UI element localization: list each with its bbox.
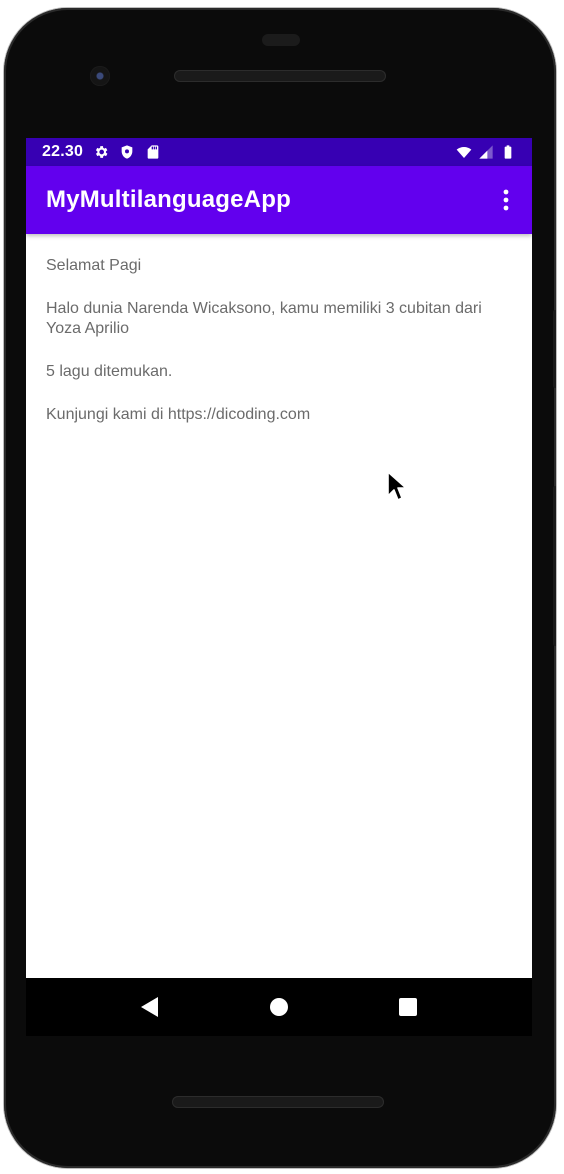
recents-icon: [398, 998, 417, 1016]
status-bar: 22.30: [26, 138, 532, 166]
shield-icon: [119, 144, 135, 160]
app-bar: MyMultilanguageApp: [26, 166, 532, 234]
back-icon: [141, 997, 159, 1017]
overflow-menu-icon: [503, 189, 509, 211]
navigation-bar: [26, 978, 532, 1036]
wifi-icon: [456, 144, 472, 160]
earpiece: [262, 34, 300, 46]
app-title: MyMultilanguageApp: [46, 186, 291, 213]
status-time: 22.30: [42, 143, 84, 160]
screen: 22.30 MyMultilanguageApp Selamat Pagi Ha…: [26, 138, 532, 978]
gear-icon: [93, 144, 109, 160]
greeting-text: Selamat Pagi: [46, 257, 142, 274]
visit-text: Kunjungi kami di https://dicoding.com: [46, 406, 311, 423]
status-right: [456, 144, 516, 160]
power-button: [553, 310, 556, 388]
hello-text: Halo dunia Narenda Wicaksono, kamu memil…: [46, 300, 482, 337]
signal-icon: [478, 144, 494, 160]
home-button[interactable]: [259, 987, 299, 1027]
overflow-menu-button[interactable]: [492, 180, 520, 220]
songs-found-text: 5 lagu ditemukan.: [46, 363, 173, 380]
top-speaker: [174, 70, 386, 82]
status-left: 22.30: [42, 143, 161, 161]
home-icon: [269, 998, 288, 1016]
back-button[interactable]: [130, 987, 170, 1027]
front-camera: [90, 66, 110, 86]
content-area: Selamat Pagi Halo dunia Narenda Wicakson…: [26, 234, 532, 425]
sd-card-icon: [145, 144, 161, 160]
device-frame: 22.30 MyMultilanguageApp Selamat Pagi Ha…: [4, 8, 556, 1168]
volume-button: [553, 486, 556, 646]
bottom-speaker: [172, 1096, 384, 1108]
mouse-pointer-icon: [387, 471, 407, 501]
battery-icon: [500, 144, 516, 160]
recents-button[interactable]: [388, 987, 428, 1027]
